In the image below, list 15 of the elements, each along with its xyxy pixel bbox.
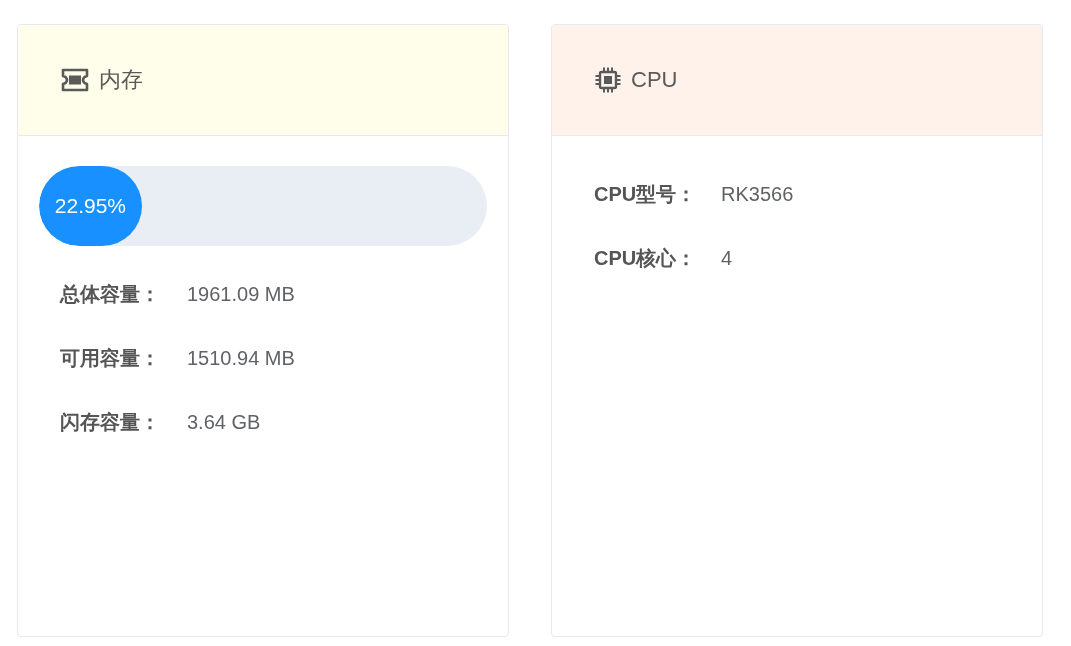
info-label: 总体容量： bbox=[60, 282, 161, 306]
info-value: 1961.09 MB bbox=[187, 282, 295, 306]
info-label: 闪存容量： bbox=[60, 410, 161, 434]
info-value: 1510.94 MB bbox=[187, 346, 295, 370]
card-title: CPU bbox=[631, 67, 678, 93]
info-value: 4 bbox=[721, 246, 733, 270]
progress-reading: 22.95% bbox=[54, 194, 126, 218]
info-label: CPU核心： bbox=[594, 246, 698, 270]
info-label: 可用容量： bbox=[60, 346, 161, 370]
info-value: RK3566 bbox=[721, 182, 794, 206]
ticket-icon bbox=[61, 68, 89, 92]
chip-icon bbox=[595, 67, 621, 93]
card-title: 内存 bbox=[99, 66, 143, 94]
info-label: CPU型号： bbox=[594, 182, 698, 206]
info-value: 3.64 GB bbox=[187, 410, 261, 434]
